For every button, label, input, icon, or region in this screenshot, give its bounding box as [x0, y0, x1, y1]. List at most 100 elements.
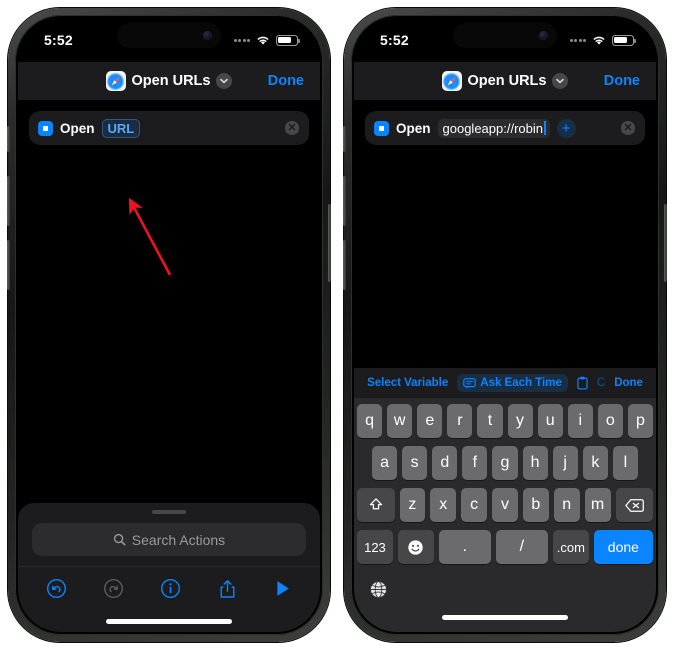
actions-bottom-sheet: Search Actions [18, 503, 320, 632]
key-p[interactable]: p [627, 404, 653, 438]
key-r[interactable]: r [447, 404, 473, 438]
battery-icon [276, 34, 300, 46]
search-actions-placeholder: Search Actions [131, 531, 226, 548]
page-title: Open URLs [131, 73, 211, 89]
globe-icon[interactable] [369, 580, 388, 599]
add-variable-button[interactable]: + [556, 118, 576, 138]
backspace-icon[interactable] [615, 488, 654, 522]
key-z[interactable]: z [399, 488, 426, 522]
status-indicators [233, 34, 300, 46]
dynamic-island [117, 23, 221, 48]
key-k[interactable]: k [582, 446, 608, 480]
done-button-right[interactable]: Done [604, 73, 640, 89]
done-button[interactable]: Done [268, 73, 304, 89]
screen-left: 5:52 Open URLs Done Open URL ✕ Search Ac… [18, 18, 320, 632]
speech-bubble-icon [463, 377, 477, 388]
key-u[interactable]: u [537, 404, 563, 438]
ask-each-time-label: Ask Each Time [480, 377, 562, 389]
status-bar-left: 5:52 [18, 18, 320, 62]
key-y[interactable]: y [507, 404, 533, 438]
phone-left: 5:52 Open URLs Done Open URL ✕ Search Ac… [7, 8, 331, 642]
key-w[interactable]: w [387, 404, 413, 438]
front-camera-icon [203, 31, 212, 40]
key-t[interactable]: t [477, 404, 503, 438]
phone-bezel-right: 5:52 Open URLs Done Open googleapp://rob… [351, 15, 659, 635]
volume-down-button-right[interactable] [343, 240, 346, 290]
key-d[interactable]: d [432, 446, 458, 480]
chevron-down-icon-right[interactable] [552, 73, 569, 89]
key-m[interactable]: m [584, 488, 611, 522]
dotcom-key[interactable]: .com [552, 530, 589, 564]
home-indicator-right[interactable] [442, 614, 568, 620]
action-row-right[interactable]: Open googleapp://robin + ✕ [365, 111, 645, 145]
key-f[interactable]: f [462, 446, 488, 480]
keyboard-return-done-key[interactable]: done [593, 530, 653, 564]
volume-down-button[interactable] [7, 240, 10, 290]
mute-switch-right[interactable] [343, 126, 346, 152]
close-circle-icon-right[interactable]: ✕ [621, 121, 635, 135]
home-indicator[interactable] [106, 618, 232, 624]
screen-right: 5:52 Open URLs Done Open googleapp://rob… [354, 18, 656, 632]
clipboard-icon[interactable] [577, 376, 588, 390]
shortcut-canvas-left: Open URL ✕ Search Actions [18, 100, 320, 632]
shortcut-title-group-right[interactable]: Open URLs [441, 71, 569, 91]
emoji-smiley-icon[interactable] [397, 530, 434, 564]
key-c[interactable]: c [461, 488, 488, 522]
key-l[interactable]: l [612, 446, 638, 480]
key-o[interactable]: o [597, 404, 623, 438]
partial-clipped-item[interactable]: C [597, 377, 605, 389]
volume-up-button-right[interactable] [343, 176, 346, 226]
page-title-right: Open URLs [467, 73, 547, 89]
keyboard-done-button[interactable]: Done [614, 377, 643, 389]
key-n[interactable]: n [553, 488, 580, 522]
keyboard-accessory-bar: Select Variable Ask Each Time C Done [354, 368, 656, 398]
shortcut-title-group[interactable]: Open URLs [105, 71, 233, 91]
software-keyboard: q w e r t y u i o p a s d f g h j k l z … [354, 398, 656, 632]
share-icon[interactable] [218, 578, 237, 600]
sheet-grabber[interactable] [152, 510, 186, 514]
play-triangle-icon[interactable] [273, 578, 292, 599]
home-indicator-wrap-left [18, 610, 320, 632]
volume-up-button[interactable] [7, 176, 10, 226]
shift-arrow-icon[interactable] [357, 488, 395, 522]
status-indicators-right [569, 34, 636, 46]
wifi-icon-right [593, 36, 605, 45]
slash-key[interactable]: / [495, 530, 548, 564]
power-button[interactable] [328, 204, 331, 282]
info-circle-icon[interactable] [160, 578, 181, 599]
url-text-field[interactable]: googleapp://robin [437, 118, 550, 138]
key-q[interactable]: q [357, 404, 383, 438]
key-b[interactable]: b [522, 488, 549, 522]
numbers-key[interactable]: 123 [357, 530, 393, 564]
keyboard-row-3: z x c v b n m [357, 488, 654, 522]
cellular-dots-icon-right [569, 38, 586, 42]
safari-compass-icon-right [441, 71, 462, 91]
undo-icon[interactable] [46, 578, 67, 599]
key-a[interactable]: a [372, 446, 398, 480]
action-verb-right: Open [396, 120, 431, 136]
period-key[interactable]: . [438, 530, 491, 564]
key-s[interactable]: s [402, 446, 428, 480]
mute-switch[interactable] [7, 126, 10, 152]
select-variable-button[interactable]: Select Variable [367, 377, 448, 389]
safari-compass-icon [105, 71, 126, 91]
cellular-dots-icon [233, 38, 250, 42]
key-g[interactable]: g [492, 446, 518, 480]
front-camera-icon-right [539, 31, 548, 40]
ask-each-time-button[interactable]: Ask Each Time [457, 374, 568, 392]
key-e[interactable]: e [417, 404, 443, 438]
key-h[interactable]: h [522, 446, 548, 480]
key-v[interactable]: v [492, 488, 518, 522]
chevron-down-icon[interactable] [216, 73, 233, 89]
url-text-value: googleapp://robin [442, 120, 543, 136]
keyboard-row-4: 123 . / .com done [357, 530, 653, 564]
status-bar-right: 5:52 [354, 18, 656, 62]
battery-icon-right [612, 34, 636, 46]
power-button-right[interactable] [664, 204, 667, 282]
key-x[interactable]: x [430, 488, 457, 522]
phone-bezel-left: 5:52 Open URLs Done Open URL ✕ Search Ac… [15, 15, 323, 635]
search-actions-bar[interactable]: Search Actions [32, 523, 306, 556]
open-urls-action-icon-right [374, 120, 389, 136]
key-i[interactable]: i [567, 404, 593, 438]
key-j[interactable]: j [552, 446, 578, 480]
